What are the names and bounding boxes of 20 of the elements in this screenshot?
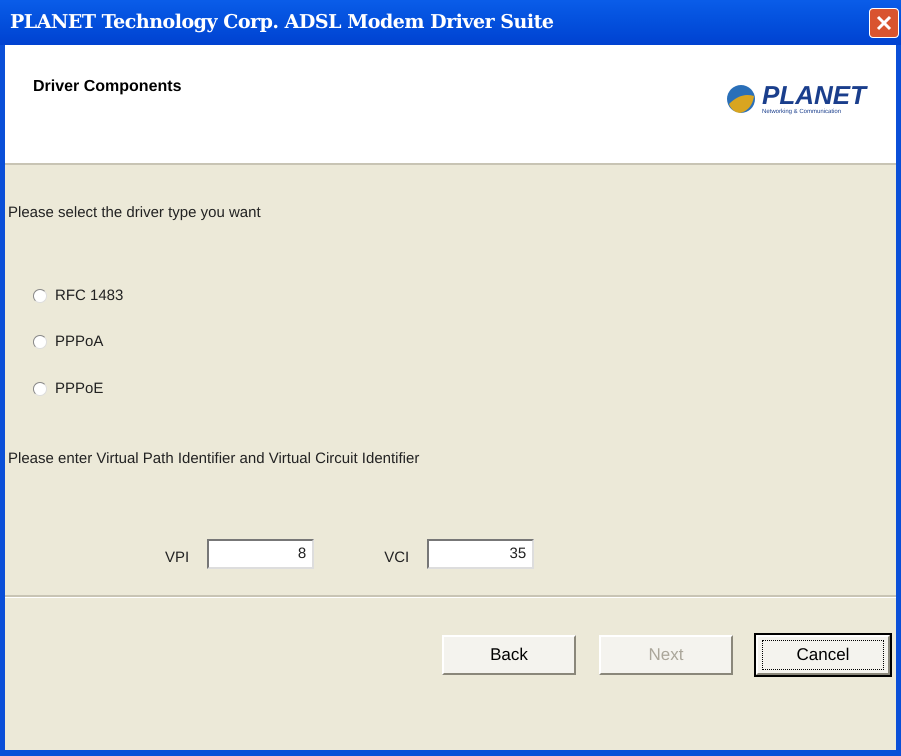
- input-field[interactable]: 8: [207, 538, 314, 569]
- field-label: VCI: [384, 548, 410, 568]
- radio-label[interactable]: RFC 1483: [55, 284, 124, 307]
- radio-label[interactable]: PPPoA: [55, 331, 104, 354]
- field-label: VPI: [165, 548, 190, 568]
- radio-button[interactable]: [33, 335, 47, 350]
- dialog-button[interactable]: Back: [442, 635, 576, 675]
- close-icon: [875, 14, 893, 32]
- dialog-button[interactable]: Cancel: [756, 635, 890, 675]
- globe-icon: [726, 84, 756, 114]
- logo-name: PLANET: [762, 82, 866, 108]
- instruction-text: Please enter Virtual Path Identifier and Virtual Circuit Identifier: [8, 449, 420, 469]
- radio-button[interactable]: [33, 288, 47, 303]
- radio-button[interactable]: [33, 382, 47, 396]
- radio-label[interactable]: PPPoE: [55, 378, 104, 400]
- input-field[interactable]: 35: [427, 538, 534, 569]
- page-heading: Driver Components: [33, 77, 182, 97]
- close-button[interactable]: [869, 8, 899, 38]
- window-title: PLANET Technology Corp. ADSL Modem Driver Suite: [10, 10, 554, 36]
- instruction-text: Please select the driver type you want: [8, 203, 262, 223]
